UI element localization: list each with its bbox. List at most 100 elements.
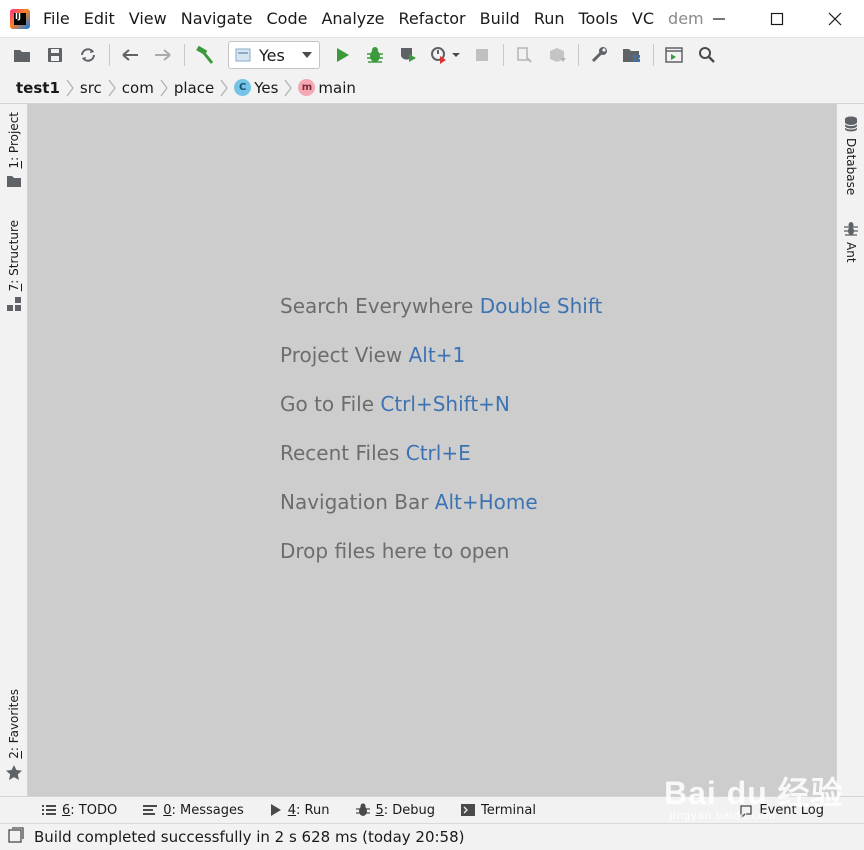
tool-tab-database[interactable]: Database (837, 116, 864, 195)
chevron-right-icon (160, 79, 168, 96)
sync-icon (81, 48, 95, 62)
tool-tab-messages-label: 0: Messages (163, 802, 244, 818)
editor-empty-hints: Search Everywhere Double Shift Project V… (280, 294, 602, 588)
editor-area[interactable]: Search Everywhere Double Shift Project V… (28, 104, 836, 796)
run-configuration-label: Yes (259, 45, 285, 65)
tool-tab-structure[interactable]: 7: Structure (0, 220, 28, 312)
tool-tab-terminal[interactable]: Terminal (461, 803, 536, 818)
class-icon: C (234, 79, 252, 96)
bug-icon (367, 47, 383, 63)
search-icon (699, 47, 715, 63)
maximize-button[interactable] (748, 0, 806, 38)
tool-tab-run-label: 4: Run (287, 802, 330, 818)
close-window-button[interactable] (806, 0, 864, 38)
debug-button[interactable] (361, 41, 389, 69)
database-icon (844, 116, 858, 132)
tool-tab-messages[interactable]: 0: Messages (143, 803, 244, 818)
messages-icon (143, 804, 158, 816)
update-button[interactable] (543, 41, 571, 69)
tool-tab-favorites-label: 2: Favorites (7, 689, 21, 759)
run-configuration-dropdown[interactable]: Yes (228, 41, 320, 69)
crumb-com[interactable]: com (122, 79, 154, 97)
save-all-button[interactable] (41, 41, 69, 69)
hint-project-view: Project View Alt+1 (280, 343, 466, 367)
bug-icon (355, 803, 370, 817)
minimize-button[interactable] (690, 0, 748, 38)
menu-refactor[interactable]: Refactor (392, 0, 473, 38)
tool-tab-todo[interactable]: 6: TODO (42, 803, 117, 818)
minimize-icon (713, 18, 725, 20)
tool-tab-todo-label: 6: TODO (62, 802, 118, 818)
close-icon (828, 12, 842, 26)
menu-tools[interactable]: Tools (572, 0, 625, 38)
profile-button[interactable] (427, 41, 463, 69)
chevron-right-icon (108, 79, 116, 96)
tool-tab-project[interactable]: 1: Project (0, 112, 28, 187)
crumb-method[interactable]: m main (298, 79, 356, 97)
tool-tab-database-label: Database (844, 138, 858, 196)
main-toolbar: Yes (0, 38, 864, 72)
project-structure-button[interactable] (618, 41, 646, 69)
menu-code[interactable]: Code (260, 0, 315, 38)
menu-bar: IJ File Edit View Navigate Code Analyze … (0, 0, 864, 38)
app-config-icon (235, 48, 251, 62)
open-button[interactable] (8, 41, 36, 69)
maximize-icon (770, 12, 784, 26)
structure-icon (7, 297, 21, 312)
right-tool-stripe: Database Ant (836, 104, 864, 796)
tool-tab-terminal-label: Terminal (481, 802, 536, 818)
chevron-right-icon (284, 79, 293, 96)
menu-navigate[interactable]: Navigate (174, 0, 260, 38)
tool-tab-project-label: 1: Project (7, 112, 21, 169)
terminal-window-icon (665, 47, 683, 63)
crumb-class[interactable]: C Yes (234, 79, 278, 97)
profiler-icon (431, 47, 460, 64)
package-icon (550, 48, 566, 62)
crumb-src[interactable]: src (80, 79, 102, 97)
tool-tab-event-log[interactable]: Event Log (739, 797, 824, 824)
tool-tab-run[interactable]: 4: Run (270, 803, 330, 818)
arrow-left-icon (122, 49, 138, 61)
vcs-icon (517, 47, 532, 63)
crumb-place[interactable]: place (174, 79, 214, 97)
back-button[interactable] (116, 41, 144, 69)
tool-tab-favorites[interactable]: 2: Favorites (0, 689, 28, 781)
menu-build[interactable]: Build (473, 0, 527, 38)
menu-analyze[interactable]: Analyze (314, 0, 391, 38)
toolbar-separator (653, 44, 654, 66)
search-everywhere-button[interactable] (693, 41, 721, 69)
toggle-tool-windows-icon[interactable] (8, 827, 24, 847)
menu-file[interactable]: File (36, 0, 77, 38)
tool-tab-ant[interactable]: Ant (837, 220, 864, 263)
crumb-project[interactable]: test1 (16, 79, 60, 97)
settings-button[interactable] (585, 41, 613, 69)
folder-open-icon (14, 50, 30, 62)
vcs-button[interactable] (510, 41, 538, 69)
play-icon (270, 804, 282, 816)
stop-icon (476, 49, 488, 61)
stop-button[interactable] (468, 41, 496, 69)
build-button[interactable] (191, 41, 219, 69)
star-icon (6, 764, 22, 780)
hint-search-everywhere: Search Everywhere Double Shift (280, 294, 603, 318)
run-with-coverage-button[interactable] (394, 41, 422, 69)
menu-view[interactable]: View (122, 0, 174, 38)
save-icon (48, 48, 62, 62)
run-anything-button[interactable] (660, 41, 688, 69)
run-button[interactable] (328, 41, 356, 69)
crumb-class-label: Yes (254, 78, 279, 97)
folder-icon (7, 175, 21, 187)
hint-recent-files: Recent Files Ctrl+E (280, 441, 471, 465)
menu-vc[interactable]: VC (625, 0, 661, 38)
sync-button[interactable] (74, 41, 102, 69)
forward-button[interactable] (149, 41, 177, 69)
status-message[interactable]: Build completed successfully in 2 s 628 … (34, 828, 465, 846)
tool-tab-debug[interactable]: 5: Debug (355, 803, 435, 818)
project-structure-icon (623, 49, 640, 62)
tool-tab-event-log-label: Event Log (759, 803, 824, 818)
menu-run[interactable]: Run (527, 0, 572, 38)
menu-edit[interactable]: Edit (77, 0, 122, 38)
ant-icon (844, 222, 858, 236)
todo-list-icon (42, 804, 56, 816)
chevron-right-icon (66, 79, 74, 96)
